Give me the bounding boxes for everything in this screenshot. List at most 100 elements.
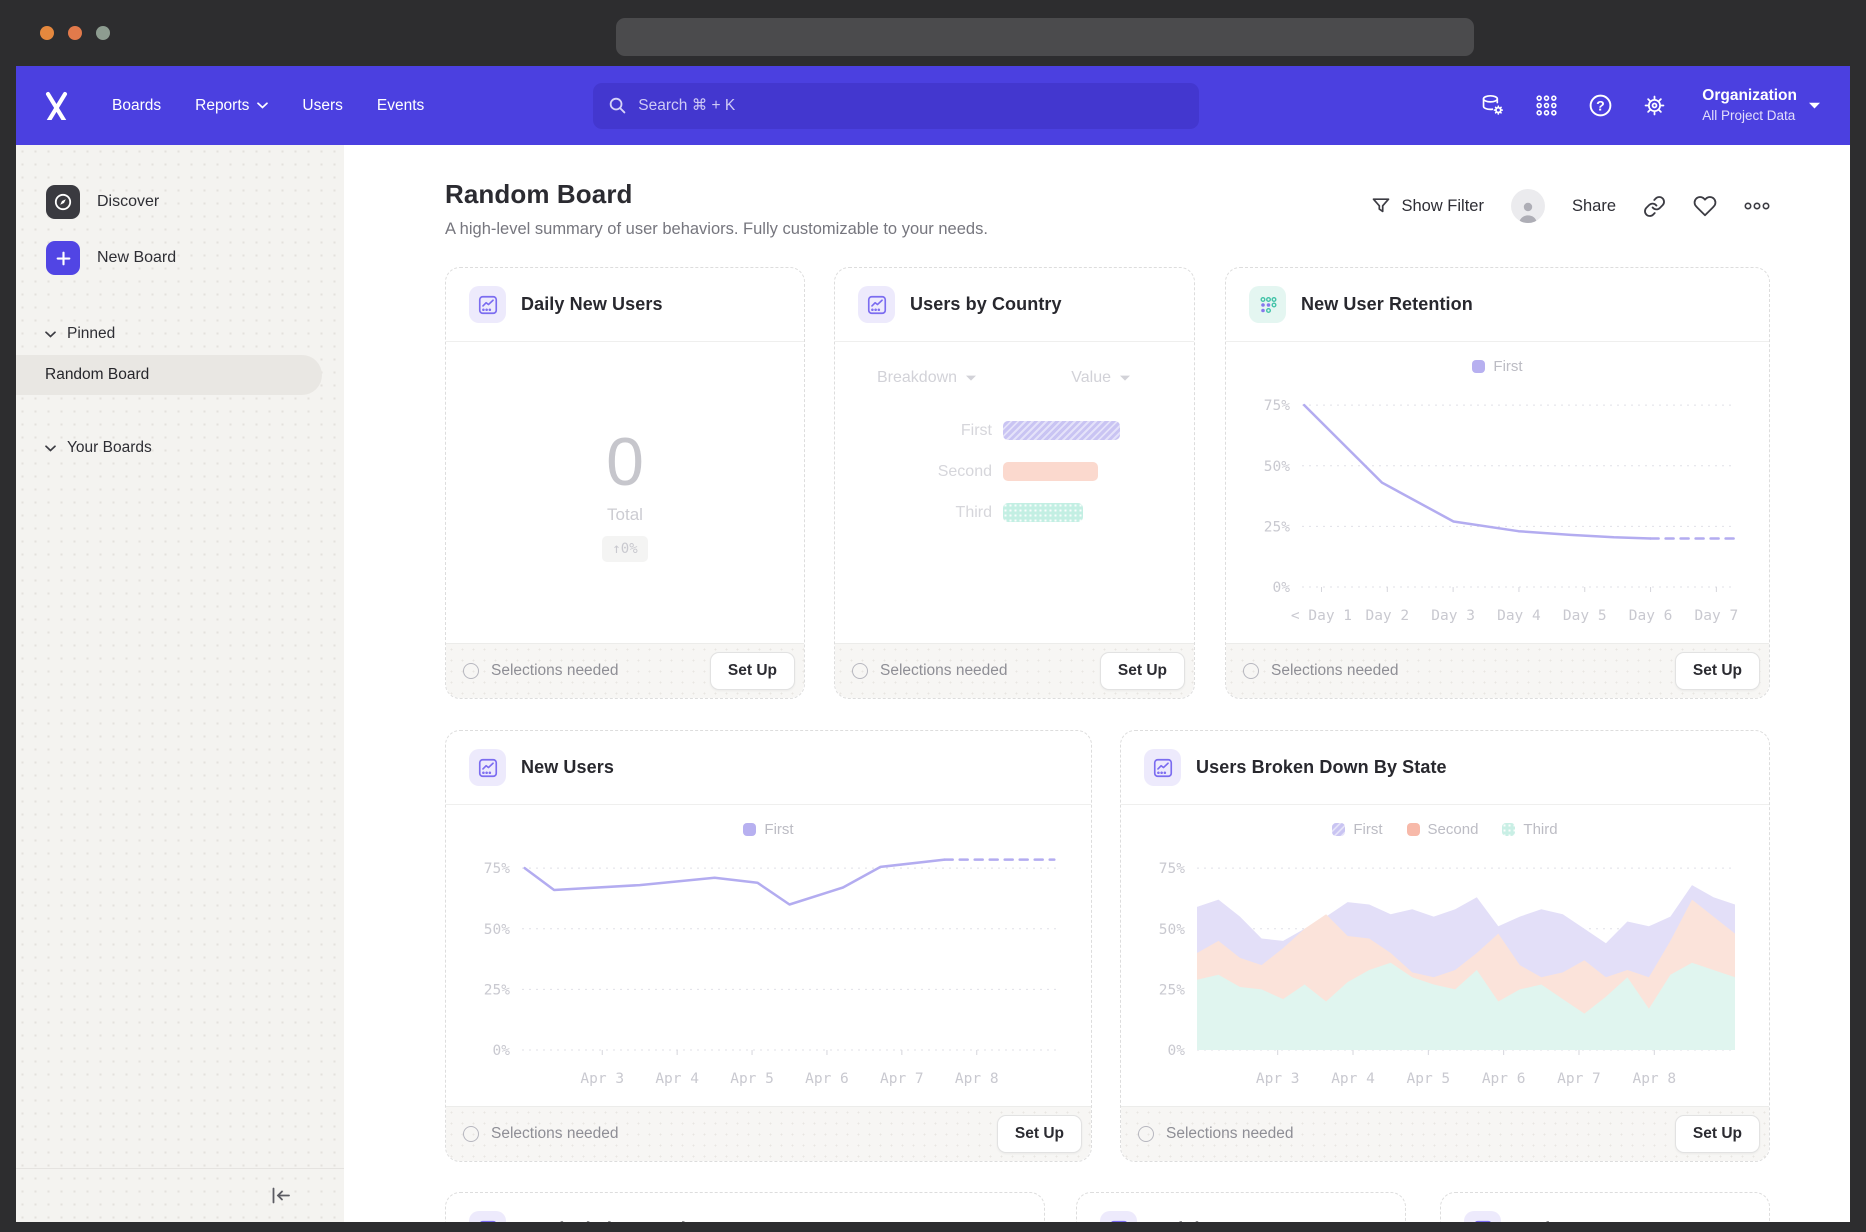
chart-controls: Breakdown Value (835, 342, 1194, 387)
search-input[interactable] (638, 97, 1184, 115)
copy-link-icon[interactable] (1643, 195, 1666, 218)
help-icon[interactable]: ? (1586, 91, 1614, 119)
svg-text:25%: 25% (1264, 519, 1290, 535)
data-management-icon[interactable] (1478, 91, 1506, 119)
nav-item-reports[interactable]: Reports (178, 87, 285, 125)
svg-text:75%: 75% (1159, 861, 1185, 877)
card-new-users: New Users First 75%50%25%0%Apr 3Apr 4Apr… (445, 730, 1092, 1162)
bar-row: Second (835, 462, 1194, 481)
card-header: Users Broken Down By State (1121, 731, 1769, 805)
set-up-button[interactable]: Set Up (1675, 652, 1760, 690)
svg-text:Apr 8: Apr 8 (1632, 1071, 1676, 1087)
card-title: New Users (521, 757, 614, 778)
plus-icon (46, 241, 80, 275)
line-chart-icon (1144, 749, 1181, 786)
svg-text:Day 5: Day 5 (1563, 608, 1607, 624)
svg-text:Apr 4: Apr 4 (1331, 1071, 1375, 1087)
sidebar-section-label: Your Boards (67, 439, 152, 457)
svg-text:Day 7: Day 7 (1695, 608, 1739, 624)
breakdown-dropdown[interactable]: Breakdown (877, 369, 976, 387)
line-chart-icon (1100, 1211, 1137, 1222)
retention-chart-body: First 75%50%25%0%< Day 1Day 2Day 3Day 4D… (1226, 342, 1769, 643)
set-up-button[interactable]: Set Up (1675, 1115, 1760, 1153)
nav-item-users[interactable]: Users (285, 87, 359, 125)
svg-text:Apr 5: Apr 5 (730, 1071, 774, 1087)
avatar[interactable] (1511, 189, 1545, 223)
retention-line-chart: 75%50%25%0%< Day 1Day 2Day 3Day 4Day 5Da… (1240, 377, 1753, 627)
global-search[interactable] (593, 83, 1199, 129)
chart-legend: First (1226, 358, 1769, 375)
card-stacked-line-graph: Stacked Line Graph (445, 1192, 1045, 1222)
status-text: Selections needed (1271, 662, 1399, 680)
svg-text:Apr 7: Apr 7 (1557, 1071, 1601, 1087)
legend-item: Third (1502, 821, 1557, 838)
card-title: Stacked Line Graph (521, 1219, 692, 1222)
compass-icon (46, 185, 80, 219)
bar (1003, 503, 1083, 522)
bar-row: First (835, 421, 1194, 440)
card-header: Insights Report (1077, 1193, 1405, 1222)
settings-gear-icon[interactable] (1640, 91, 1668, 119)
board-main: Random Board A high-level summary of use… (344, 145, 1850, 1222)
app-window: Boards Reports Users Events (16, 66, 1850, 1222)
org-switcher[interactable]: Organization All Project Data (1702, 86, 1820, 125)
sidebar-section-your-boards[interactable]: Your Boards (45, 439, 344, 457)
traffic-light-minimize[interactable] (68, 26, 82, 40)
metric-delta-badge: ↑0% (602, 536, 647, 562)
set-up-button[interactable]: Set Up (710, 652, 795, 690)
metric-label: Total (607, 505, 643, 525)
status-text: Selections needed (491, 1125, 619, 1143)
bar (1003, 421, 1120, 440)
bar-row: Third (835, 503, 1194, 522)
card-title: Users Broken Down By State (1196, 757, 1447, 778)
mixpanel-logo-icon[interactable] (42, 91, 71, 120)
sidebar-item-new-board[interactable]: New Board (46, 235, 344, 281)
sidebar-section-pinned[interactable]: Pinned (45, 325, 344, 343)
svg-text:25%: 25% (484, 982, 510, 998)
favorite-heart-icon[interactable] (1693, 194, 1717, 218)
new-users-line-chart: 75%50%25%0%Apr 3Apr 4Apr 5Apr 6Apr 7Apr … (460, 840, 1075, 1090)
search-icon (608, 96, 627, 115)
value-dropdown[interactable]: Value (1071, 369, 1130, 387)
nav-item-events-label: Events (377, 97, 424, 115)
nav-item-events[interactable]: Events (360, 87, 441, 125)
show-filter-button[interactable]: Show Filter (1371, 196, 1484, 216)
line-chart-icon (469, 749, 506, 786)
traffic-light-zoom[interactable] (96, 26, 110, 40)
set-up-button[interactable]: Set Up (997, 1115, 1082, 1153)
svg-text:0%: 0% (493, 1043, 511, 1059)
org-text: Organization All Project Data (1702, 86, 1797, 125)
nav-item-users-label: Users (302, 97, 342, 115)
address-bar[interactable] (616, 18, 1474, 56)
collapse-sidebar-icon[interactable] (269, 1186, 292, 1205)
sidebar-item-random-board[interactable]: Random Board (16, 355, 322, 395)
card-row-2: New Users First 75%50%25%0%Apr 3Apr 4Apr… (445, 730, 1770, 1162)
nav-item-boards-label: Boards (112, 97, 161, 115)
svg-text:50%: 50% (1159, 922, 1185, 938)
legend-item: Second (1407, 821, 1479, 838)
chevron-down-icon (1120, 375, 1130, 381)
org-name: Organization (1702, 86, 1797, 107)
more-options-icon[interactable] (1744, 201, 1770, 211)
status-text: Selections needed (1166, 1125, 1294, 1143)
card-title: Insights Report (1152, 1219, 1286, 1222)
nav-item-boards[interactable]: Boards (95, 87, 178, 125)
svg-text:Apr 4: Apr 4 (655, 1071, 699, 1087)
sidebar-item-discover[interactable]: Discover (46, 179, 344, 225)
apps-grid-icon[interactable] (1532, 91, 1560, 119)
browser-chrome (0, 0, 1866, 66)
set-up-button[interactable]: Set Up (1100, 652, 1185, 690)
traffic-light-close[interactable] (40, 26, 54, 40)
chevron-down-icon (966, 375, 976, 381)
board-subtitle: A high-level summary of user behaviors. … (445, 220, 988, 239)
svg-text:Apr 3: Apr 3 (1256, 1071, 1300, 1087)
svg-text:Day 3: Day 3 (1431, 608, 1475, 624)
share-button[interactable]: Share (1572, 197, 1616, 216)
legend-swatch (1332, 823, 1345, 836)
svg-text:Apr 7: Apr 7 (880, 1071, 924, 1087)
hbar-chart-body: Breakdown Value First Second Third (835, 342, 1194, 643)
sidebar-item-label: Random Board (45, 366, 149, 384)
app-layout: Discover New Board Pinned Random Board (16, 145, 1850, 1222)
chevron-down-icon (45, 445, 56, 452)
card-header: Active Users (1441, 1193, 1769, 1222)
